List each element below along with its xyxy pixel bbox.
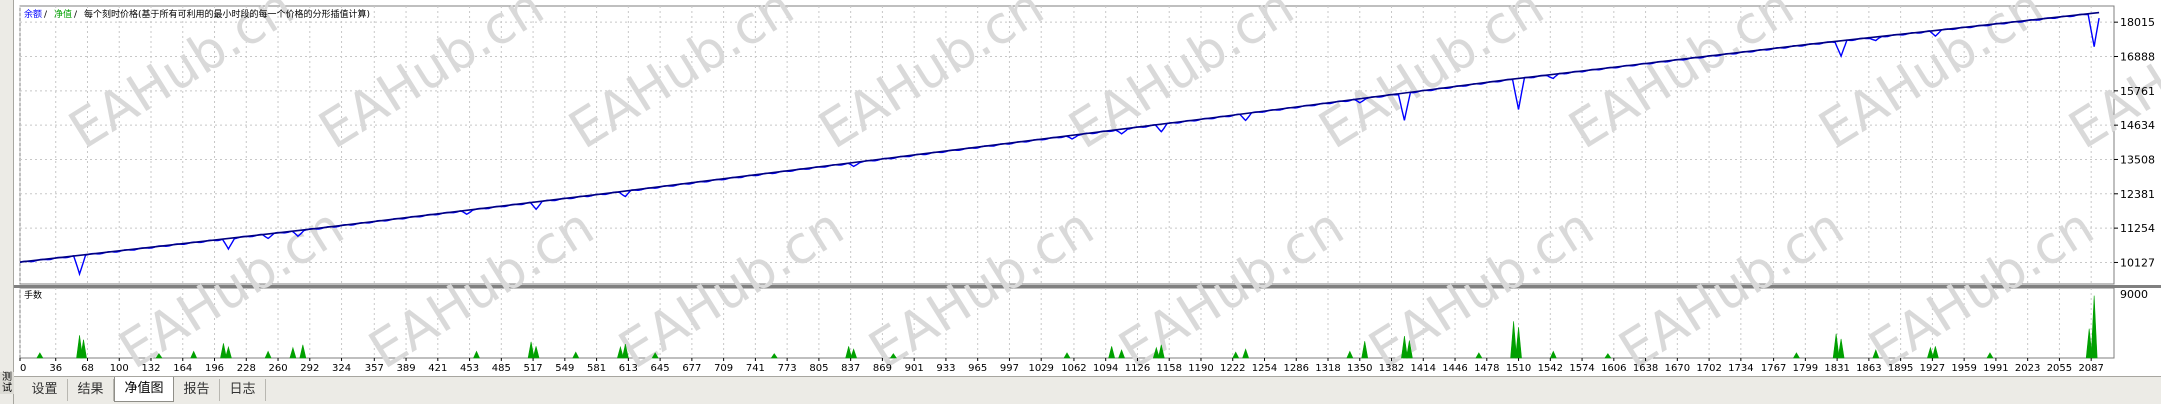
x-tick-label: 1254 xyxy=(1252,363,1277,374)
panel-separator xyxy=(14,285,2161,288)
x-tick-label: 1158 xyxy=(1156,363,1181,374)
x-tick-label: 1574 xyxy=(1569,363,1594,374)
y-tick-label: 18015 xyxy=(2120,16,2155,29)
x-tick-label: 1927 xyxy=(1920,363,1945,374)
x-tick-label: 741 xyxy=(746,363,765,374)
y-tick-label: 16888 xyxy=(2120,50,2155,63)
x-tick-label: 1734 xyxy=(1728,363,1753,374)
x-tick-label: 1670 xyxy=(1665,363,1690,374)
x-tick-label: 324 xyxy=(332,363,351,374)
x-tick-label: 196 xyxy=(205,363,224,374)
x-tick-label: 2023 xyxy=(2015,363,2040,374)
x-tick-label: 36 xyxy=(49,363,62,374)
equity-chart-area[interactable]: EAHub.cn EAHub.cn EAHub.cn EAHub.cn EAHub.cn… xyxy=(14,0,2161,376)
x-tick-label: 1350 xyxy=(1347,363,1372,374)
x-tick-label: 1991 xyxy=(1983,363,2008,374)
x-tick-label: 1638 xyxy=(1633,363,1658,374)
y-tick-label: 11254 xyxy=(2120,222,2155,235)
y-tick-label: 14634 xyxy=(2120,119,2155,132)
y-tick-label: 13508 xyxy=(2120,153,2155,166)
x-tick-label: 1190 xyxy=(1188,363,1213,374)
x-tick-label: 549 xyxy=(555,363,574,374)
x-tick-label: 1510 xyxy=(1506,363,1531,374)
tab-equity-graph[interactable]: 净值图 xyxy=(114,377,174,402)
tab-journal[interactable]: 日志 xyxy=(220,379,266,401)
x-tick-label: 0 xyxy=(20,363,26,374)
x-tick-label: 68 xyxy=(81,363,94,374)
x-tick-label: 1382 xyxy=(1379,363,1404,374)
x-tick-label: 1414 xyxy=(1411,363,1436,374)
legend-note: 每个刻时价格(基于所有可利用的最小时段的每一个价格的分形插值计算) xyxy=(84,8,370,20)
lots-y-tick-label: 9000 xyxy=(2120,288,2148,301)
x-tick-label: 357 xyxy=(365,363,384,374)
x-tick-label: 1094 xyxy=(1093,363,1118,374)
x-tick-label: 613 xyxy=(619,363,638,374)
x-tick-label: 292 xyxy=(300,363,319,374)
x-tick-label: 645 xyxy=(651,363,670,374)
x-tick-label: 677 xyxy=(682,363,701,374)
x-tick-label: 965 xyxy=(968,363,987,374)
y-tick-label: 12381 xyxy=(2120,188,2155,201)
tab-report[interactable]: 报告 xyxy=(174,379,220,401)
x-tick-label: 164 xyxy=(173,363,192,374)
x-tick-label: 1702 xyxy=(1696,363,1721,374)
x-tick-label: 1831 xyxy=(1824,363,1849,374)
legend-balance: 余额 xyxy=(24,8,42,20)
tab-results[interactable]: 结果 xyxy=(68,379,114,401)
x-tick-label: 485 xyxy=(492,363,511,374)
x-tick-label: 228 xyxy=(237,363,256,374)
x-tick-label: 805 xyxy=(809,363,828,374)
x-tick-label: 1286 xyxy=(1284,363,1309,374)
x-tick-label: 1767 xyxy=(1761,363,1786,374)
x-tick-label: 2055 xyxy=(2047,363,2072,374)
x-tick-label: 773 xyxy=(778,363,797,374)
x-tick-label: 1446 xyxy=(1442,363,1467,374)
x-tick-label: 389 xyxy=(397,363,416,374)
x-tick-label: 837 xyxy=(841,363,860,374)
x-tick-label: 517 xyxy=(524,363,543,374)
x-tick-label: 1029 xyxy=(1028,363,1053,374)
x-tick-label: 1318 xyxy=(1315,363,1340,374)
tester-tab-bar: 设置 结果 净值图 报告 日志 xyxy=(14,376,2161,404)
lots-panel-title: 手数 xyxy=(24,289,42,301)
x-tick-label: 901 xyxy=(905,363,924,374)
equity-chart-svg: EAHub.cn EAHub.cn EAHub.cn EAHub.cn EAHub.cn… xyxy=(14,0,2161,376)
x-tick-label: 1222 xyxy=(1220,363,1245,374)
tab-settings[interactable]: 设置 xyxy=(22,379,68,401)
x-tick-label: 260 xyxy=(268,363,287,374)
x-tick-label: 1959 xyxy=(1951,363,1976,374)
x-tick-label: 997 xyxy=(1000,363,1019,374)
legend-equity: 净值 xyxy=(54,8,72,20)
x-tick-label: 709 xyxy=(714,363,733,374)
y-tick-label: 15761 xyxy=(2120,85,2155,98)
x-tick-label: 100 xyxy=(110,363,129,374)
x-tick-label: 1606 xyxy=(1601,363,1626,374)
lots-panel-frame xyxy=(19,287,2115,359)
x-tick-label: 453 xyxy=(460,363,479,374)
x-tick-label: 933 xyxy=(936,363,955,374)
x-tick-label: 1542 xyxy=(1538,363,1563,374)
x-tick-label: 1895 xyxy=(1888,363,1913,374)
x-tick-label: 132 xyxy=(141,363,160,374)
x-tick-label: 2087 xyxy=(2078,363,2103,374)
y-tick-label: 10127 xyxy=(2120,256,2155,269)
tester-side-strip: 测试 xyxy=(0,0,14,404)
x-tick-label: 869 xyxy=(873,363,892,374)
x-tick-label: 1478 xyxy=(1474,363,1499,374)
tester-vertical-label: 测试 xyxy=(0,372,14,394)
x-tick-label: 421 xyxy=(428,363,447,374)
x-tick-label: 1799 xyxy=(1793,363,1818,374)
x-tick-label: 581 xyxy=(587,363,606,374)
x-tick-label: 1863 xyxy=(1856,363,1881,374)
x-tick-label: 1126 xyxy=(1125,363,1150,374)
x-tick-label: 1062 xyxy=(1061,363,1086,374)
